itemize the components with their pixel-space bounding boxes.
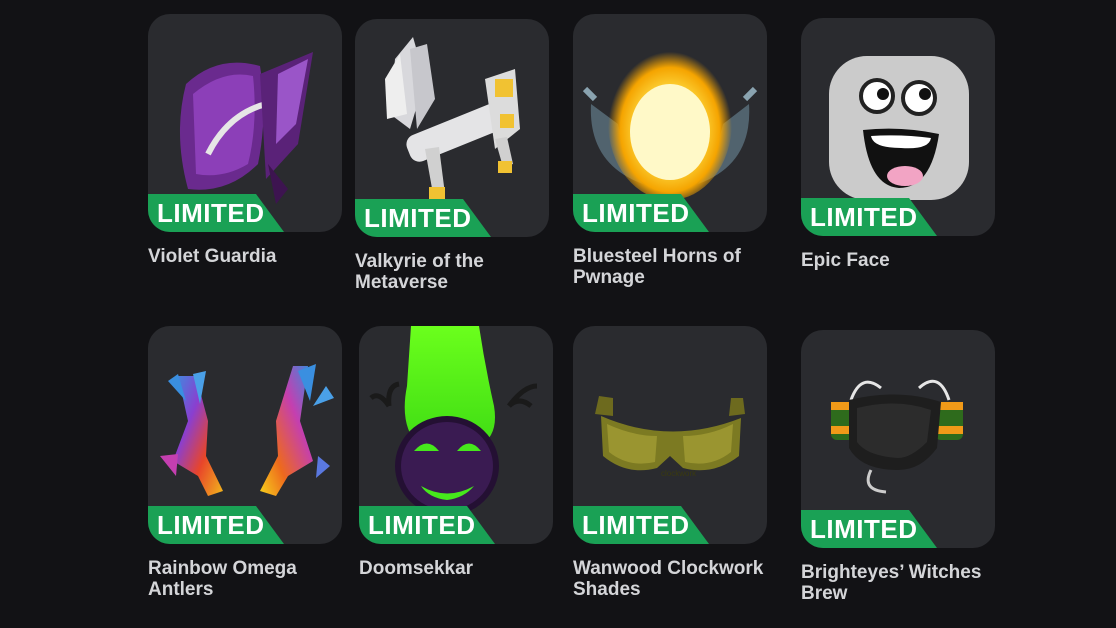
item-thumbnail[interactable]: LIMITED (573, 14, 767, 232)
item-card-rainbow-antlers[interactable]: LIMITED Rainbow Omega Antlers (148, 326, 358, 600)
item-thumbnail[interactable]: LIMITED (148, 326, 342, 544)
item-card-bluesteel-horns[interactable]: LIMITED Bluesteel Horns of Pwnage (573, 14, 783, 288)
item-thumbnail[interactable]: clockwork LIMITED (573, 326, 767, 544)
limited-badge: LIMITED (801, 198, 937, 236)
item-thumbnail[interactable]: LIMITED (801, 330, 995, 548)
item-card-valkyrie[interactable]: LIMITED Valkyrie of the Metaverse (355, 19, 565, 293)
item-name[interactable]: Epic Face (801, 250, 1011, 271)
limited-badge: LIMITED (801, 510, 937, 548)
item-thumbnail[interactable]: LIMITED (359, 326, 553, 544)
item-name[interactable]: Brighteyes’ Witches Brew (801, 562, 1011, 604)
catalog-grid: LIMITED Violet Guardia LIMITED Valkyrie … (0, 0, 1116, 628)
limited-badge: LIMITED (355, 199, 491, 237)
item-card-violet-guardia[interactable]: LIMITED Violet Guardia (148, 14, 358, 267)
item-card-epic-face[interactable]: LIMITED Epic Face (801, 18, 1011, 271)
limited-badge: LIMITED (359, 506, 495, 544)
item-name[interactable]: Valkyrie of the Metaverse (355, 251, 565, 293)
item-thumbnail[interactable]: LIMITED (355, 19, 549, 237)
item-name[interactable]: Wanwood Clockwork Shades (573, 558, 783, 600)
item-name[interactable]: Violet Guardia (148, 246, 358, 267)
limited-badge: LIMITED (573, 194, 709, 232)
item-card-witches-brew[interactable]: LIMITED Brighteyes’ Witches Brew (801, 330, 1011, 604)
limited-badge: LIMITED (573, 506, 709, 544)
item-name[interactable]: Bluesteel Horns of Pwnage (573, 246, 783, 288)
item-card-doomsekkar[interactable]: LIMITED Doomsekkar (359, 326, 569, 579)
item-thumbnail[interactable]: LIMITED (801, 18, 995, 236)
limited-badge: LIMITED (148, 194, 284, 232)
item-name[interactable]: Doomsekkar (359, 558, 569, 579)
svg-text:clockwork: clockwork (661, 469, 697, 478)
limited-badge: LIMITED (148, 506, 284, 544)
item-thumbnail[interactable]: LIMITED (148, 14, 342, 232)
item-card-clockwork-shades[interactable]: clockwork LIMITED Wanwood Clockwork Shad… (573, 326, 783, 600)
item-name[interactable]: Rainbow Omega Antlers (148, 558, 358, 600)
